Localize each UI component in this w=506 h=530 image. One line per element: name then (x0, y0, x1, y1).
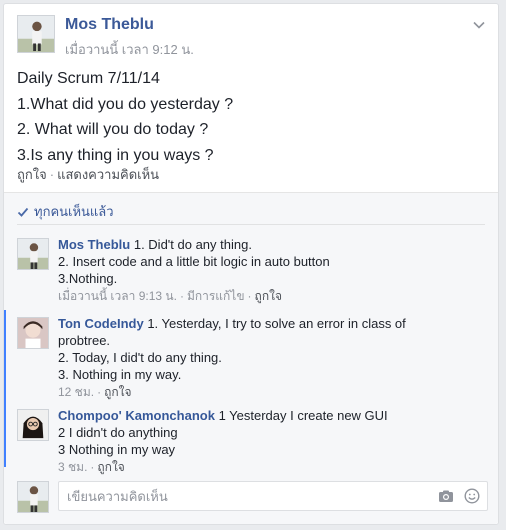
author-avatar[interactable] (17, 15, 55, 53)
separator: · (179, 289, 184, 303)
post-author-name[interactable]: Mos Theblu (65, 16, 154, 34)
comment-time[interactable]: 12 ชม. (58, 385, 94, 399)
post-card: Mos Theblu เมื่อวานนี้ เวลา 9:12 น. Dail… (3, 3, 499, 525)
avatar-photo (18, 318, 48, 348)
seen-by-all[interactable]: ทุกคนเห็นแล้ว (17, 201, 114, 222)
post-line: 1.What did you do yesterday ? (17, 95, 234, 113)
comment-meta: เมื่อวานนี้ เวลา 9:13 น. · มีการแก้ไข · ถูกใ… (58, 288, 488, 305)
comment-time[interactable]: เมื่อวานนี้ เวลา 9:13 น. (58, 289, 177, 303)
comment-input[interactable]: เขียนความคิดเห็น (58, 481, 488, 511)
post-header: Mos Theblu เมื่อวานนี้ เวลา 9:12 น. (17, 14, 488, 58)
comment-author[interactable]: Mos Theblu (58, 237, 130, 252)
comment-like-link[interactable]: ถูกใจ (255, 289, 282, 303)
new-comments-indicator (4, 310, 6, 467)
comment-item: Chompoo' Kamonchanok 1 Yesterday I creat… (17, 407, 488, 477)
separator: · (247, 289, 252, 303)
post-message: Daily Scrum 7/11/14 1.What did you do ye… (17, 66, 488, 168)
seen-label: ทุกคนเห็นแล้ว (34, 204, 114, 219)
comment-body: Ton CodeIndy 1. Yesterday, I try to solv… (58, 315, 488, 401)
comment-line: 3 Nothing in my way (58, 442, 176, 457)
comment-line: 2. Today, I did't do any thing. (58, 350, 222, 365)
comment-body: Mos Theblu 1. Did't do any thing. 2. Ins… (58, 236, 488, 305)
emoji-icon[interactable] (464, 488, 480, 504)
comment-line: 3.Nothing. (58, 271, 118, 286)
post-timestamp[interactable]: เมื่อวานนี้ เวลา 9:12 น. (65, 39, 194, 60)
post-line: Daily Scrum 7/11/14 (17, 70, 160, 87)
avatar-photo (18, 239, 48, 269)
comment-body: Chompoo' Kamonchanok 1 Yesterday I creat… (58, 407, 488, 476)
feedback-area: ทุกคนเห็นแล้ว Mos Theblu 1. Did't do any… (4, 192, 498, 524)
comment-item: Mos Theblu 1. Did't do any thing. 2. Ins… (17, 236, 488, 306)
divider (17, 224, 485, 225)
post-actions: ถูกใจ · แสดงความคิดเห็น (17, 164, 159, 185)
comment-link[interactable]: แสดงความคิดเห็น (57, 167, 159, 182)
check-icon (17, 207, 29, 217)
comment-meta: 3 ชม. · ถูกใจ (58, 459, 488, 476)
composer-avatar (17, 481, 49, 513)
comment-line: 1 Yesterday I create new GUI (218, 408, 388, 423)
comment-line: 3. Nothing in my way. (58, 367, 182, 382)
chevron-down-icon[interactable] (472, 18, 486, 32)
camera-icon[interactable] (438, 488, 454, 504)
comment-line: 2 I didn't do anything (58, 425, 178, 440)
comment-meta: 12 ชม. · ถูกใจ (58, 384, 488, 401)
separator: · (49, 167, 55, 182)
post-line: 2. What will you do today ? (17, 121, 209, 138)
comment-line: 1. Yesterday, I try to solve an error in… (147, 316, 406, 331)
composer-icons (438, 488, 480, 504)
separator: · (90, 460, 95, 474)
comment-avatar[interactable] (17, 317, 49, 349)
comment-like-link[interactable]: ถูกใจ (97, 460, 124, 474)
avatar-photo (18, 410, 48, 440)
comment-line: probtree. (58, 333, 111, 348)
avatar-photo (18, 482, 48, 512)
comment-like-link[interactable]: ถูกใจ (104, 385, 131, 399)
comment-time[interactable]: 3 ชม. (58, 460, 87, 474)
avatar-photo (18, 16, 54, 52)
comment-line: 2. Insert code and a little bit logic in… (58, 254, 330, 269)
comment-avatar[interactable] (17, 409, 49, 441)
edited-label[interactable]: มีการแก้ไข (187, 289, 245, 303)
separator: · (97, 385, 102, 399)
comment-item: Ton CodeIndy 1. Yesterday, I try to solv… (17, 315, 488, 399)
comment-author[interactable]: Ton CodeIndy (58, 316, 144, 331)
comment-line: 1. Did't do any thing. (133, 237, 252, 252)
comment-avatar[interactable] (17, 238, 49, 270)
comment-composer: เขียนความคิดเห็น (17, 481, 488, 513)
comment-author[interactable]: Chompoo' Kamonchanok (58, 408, 215, 423)
like-link[interactable]: ถูกใจ (17, 167, 47, 182)
